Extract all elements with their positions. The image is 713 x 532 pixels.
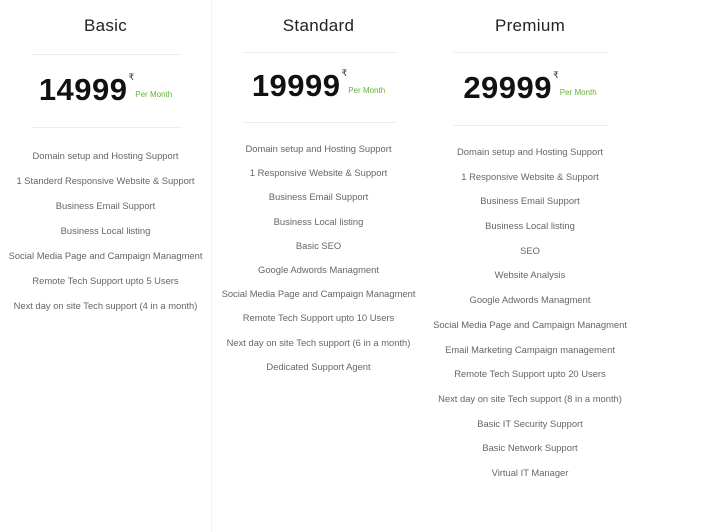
divider bbox=[242, 122, 397, 123]
divider bbox=[32, 127, 182, 128]
feature-item: Social Media Page and Campaign Managment bbox=[433, 318, 627, 330]
feature-list: Domain setup and Hosting Support 1 Respo… bbox=[425, 146, 635, 492]
plan-price: 19999₹Per Month bbox=[212, 68, 425, 104]
currency-symbol: ₹ bbox=[128, 72, 135, 83]
divider bbox=[453, 52, 608, 53]
feature-item: 1 Responsive Website & Support bbox=[461, 170, 599, 182]
feature-item: Website Analysis bbox=[494, 269, 566, 281]
price-amount: 19999 bbox=[251, 68, 341, 103]
feature-item: Basic Network Support bbox=[482, 442, 578, 454]
plan-price: 29999₹Per Month bbox=[425, 70, 635, 106]
price-period: Per Month bbox=[559, 88, 597, 98]
feature-item: Virtual IT Manager bbox=[491, 466, 569, 478]
feature-item: Business Email Support bbox=[480, 195, 580, 207]
feature-item: Domain setup and Hosting Support bbox=[32, 150, 179, 161]
feature-item: Google Adwords Managment bbox=[469, 294, 591, 306]
feature-item: Google Adwords Managment bbox=[258, 263, 379, 275]
plan-card-premium: Premium 29999₹Per Month Domain setup and… bbox=[425, 0, 635, 532]
feature-item: Next day on site Tech support (4 in a mo… bbox=[13, 300, 198, 311]
feature-item: Social Media Page and Campaign Managment bbox=[8, 250, 203, 261]
feature-item: SEO bbox=[520, 244, 540, 256]
pricing-plans: Basic 14999₹Per Month Domain setup and H… bbox=[0, 0, 713, 532]
feature-item: Remote Tech Support upto 5 Users bbox=[32, 275, 179, 286]
feature-item: 1 Responsive Website & Support bbox=[249, 167, 388, 179]
price-period: Per Month bbox=[135, 90, 173, 100]
feature-item: Next day on site Tech support (6 in a mo… bbox=[226, 336, 411, 348]
feature-list: Domain setup and Hosting Support 1 Respo… bbox=[212, 143, 425, 385]
price-period: Per Month bbox=[348, 86, 386, 96]
feature-item: Business Local listing bbox=[485, 220, 575, 232]
plan-title: Premium bbox=[494, 16, 566, 35]
plan-title: Standard bbox=[282, 16, 355, 35]
price-amount: 29999 bbox=[463, 70, 553, 105]
divider bbox=[32, 54, 182, 55]
divider bbox=[242, 52, 397, 53]
currency-symbol: ₹ bbox=[553, 70, 559, 81]
feature-item: Next day on site Tech support (8 in a mo… bbox=[438, 392, 622, 404]
feature-item: Dedicated Support Agent bbox=[266, 360, 371, 372]
feature-item: Domain setup and Hosting Support bbox=[457, 146, 603, 157]
feature-item: 1 Standerd Responsive Website & Support bbox=[16, 175, 195, 186]
feature-item: Remote Tech Support upto 10 Users bbox=[242, 312, 395, 324]
plan-title: Basic bbox=[83, 16, 128, 35]
currency-symbol: ₹ bbox=[341, 68, 348, 79]
feature-item: Business Email Support bbox=[55, 200, 156, 211]
feature-item: Remote Tech Support upto 20 Users bbox=[454, 368, 606, 380]
feature-item: Business Local listing bbox=[60, 225, 151, 236]
feature-item: Social Media Page and Campaign Managment bbox=[221, 288, 416, 300]
feature-item: Business Local listing bbox=[273, 215, 364, 227]
plan-card-basic: Basic 14999₹Per Month Domain setup and H… bbox=[0, 0, 212, 532]
price-amount: 14999 bbox=[38, 72, 128, 107]
divider bbox=[453, 125, 608, 126]
feature-item: Business Email Support bbox=[268, 191, 369, 203]
feature-item: Basic SEO bbox=[295, 239, 342, 251]
plan-card-standard: Standard 19999₹Per Month Domain setup an… bbox=[212, 0, 425, 532]
feature-item: Basic IT Security Support bbox=[477, 417, 583, 429]
plan-price: 14999₹Per Month bbox=[0, 72, 211, 108]
feature-list: Domain setup and Hosting Support 1 Stand… bbox=[0, 150, 211, 325]
feature-item: Email Marketing Campaign management bbox=[445, 343, 615, 355]
feature-item: Domain setup and Hosting Support bbox=[245, 143, 392, 154]
